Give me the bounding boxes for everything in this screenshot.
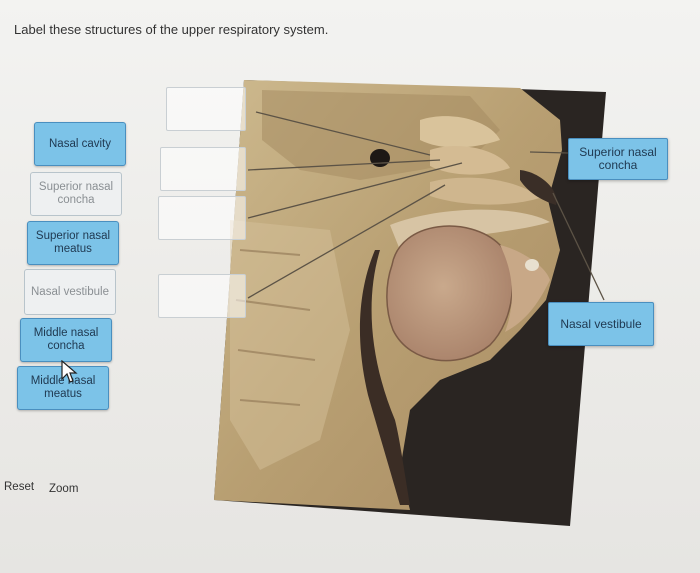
word-bank-chip[interactable]: Nasal vestibule — [24, 269, 116, 315]
drop-slot-3[interactable] — [158, 196, 246, 240]
placed-label-nasal-vestibule[interactable]: Nasal vestibule — [548, 302, 654, 346]
word-bank-chip[interactable]: Superior nasal concha — [30, 172, 122, 216]
reset-button[interactable]: Reset — [4, 481, 34, 493]
word-bank-chip[interactable]: Superior nasal meatus — [27, 221, 119, 265]
zoom-button[interactable]: Zoom — [49, 483, 78, 495]
mouse-cursor-icon — [61, 360, 78, 383]
drop-slot-1[interactable] — [166, 87, 246, 131]
word-bank-chip[interactable]: Middle nasal concha — [20, 318, 112, 362]
drop-slot-2[interactable] — [160, 147, 246, 191]
placed-label-superior-nasal-concha[interactable]: Superior nasal concha — [568, 138, 668, 180]
drop-slot-4[interactable] — [158, 274, 246, 318]
word-bank-chip[interactable]: Nasal cavity — [34, 122, 126, 166]
